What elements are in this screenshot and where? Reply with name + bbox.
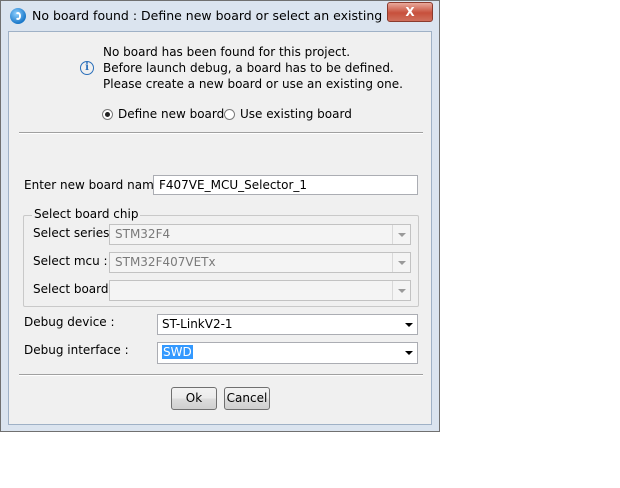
- radio-define-new-indicator[interactable]: [102, 109, 113, 120]
- info-line-3: Please create a new board or use an exis…: [103, 77, 403, 91]
- info-line-2: Before launch debug, a board has to be d…: [103, 61, 394, 75]
- dialog-window: No board found : Define new board or sel…: [0, 0, 440, 432]
- select-mcu-label: Select mcu :: [33, 254, 108, 268]
- info-line-1: No board has been found for this project…: [103, 45, 351, 59]
- board-select[interactable]: [109, 280, 411, 301]
- cancel-button[interactable]: Cancel: [224, 387, 270, 410]
- chevron-down-icon[interactable]: [401, 343, 417, 363]
- radio-use-existing-board[interactable]: Use existing board: [224, 107, 354, 123]
- separator: [19, 132, 423, 134]
- group-title: Select board chip: [32, 207, 141, 221]
- radio-define-new-board[interactable]: Define new board: [102, 107, 225, 123]
- series-select[interactable]: STM32F4: [109, 224, 411, 245]
- debug-device-label: Debug device :: [24, 315, 115, 329]
- separator: [19, 374, 423, 376]
- series-select-value: STM32F4: [115, 227, 171, 241]
- chevron-down-icon[interactable]: [392, 253, 410, 272]
- chevron-down-icon[interactable]: [401, 315, 417, 334]
- board-name-label: Enter new board name :: [24, 178, 169, 192]
- chevron-down-icon[interactable]: [392, 281, 410, 300]
- select-series-label: Select series :: [33, 226, 118, 240]
- select-board-label: Select board :: [33, 282, 117, 296]
- debug-device-value: ST-LinkV2-1: [162, 317, 233, 331]
- select-board-chip-group: Select board chip Select series : STM32F…: [23, 207, 419, 307]
- radio-use-existing-label: Use existing board: [240, 107, 352, 121]
- info-icon: i: [80, 61, 94, 75]
- dialog-content: i No board has been found for this proje…: [8, 31, 432, 425]
- title-bar[interactable]: No board found : Define new board or sel…: [1, 1, 439, 31]
- board-name-input[interactable]: F407VE_MCU_Selector_1: [153, 175, 418, 195]
- mcu-select-value: STM32F407VETx: [115, 255, 216, 269]
- debug-interface-label: Debug interface :: [24, 343, 129, 357]
- chevron-down-icon[interactable]: [392, 225, 410, 244]
- radio-define-new-label: Define new board: [118, 107, 225, 121]
- ok-button[interactable]: Ok: [171, 387, 217, 410]
- mcu-select[interactable]: STM32F407VETx: [109, 252, 411, 273]
- debug-interface-select[interactable]: SWD: [157, 342, 418, 364]
- debug-device-select[interactable]: ST-LinkV2-1: [157, 314, 418, 335]
- radio-use-existing-indicator[interactable]: [224, 109, 235, 120]
- debug-interface-value: SWD: [162, 345, 193, 359]
- window-title: No board found : Define new board or sel…: [32, 8, 423, 23]
- close-button[interactable]: X: [387, 2, 433, 22]
- app-logo-icon: [10, 8, 26, 24]
